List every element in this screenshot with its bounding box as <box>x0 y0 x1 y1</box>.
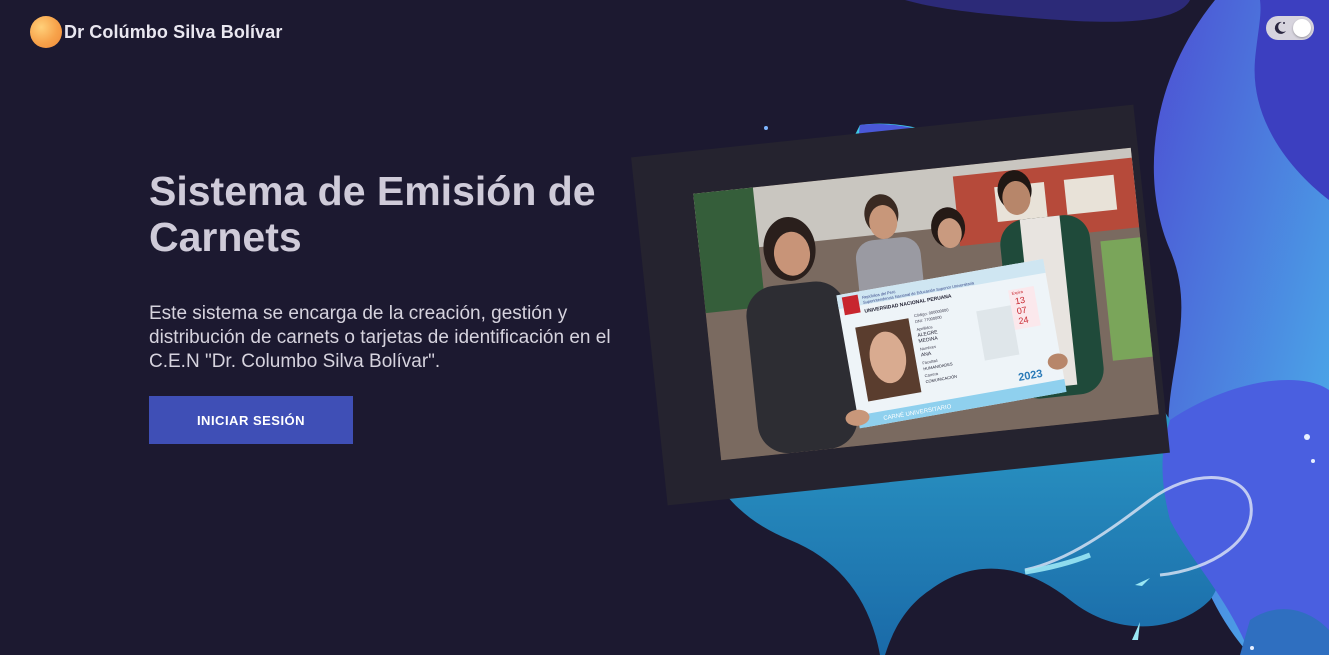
login-button[interactable]: INICIAR SESIÓN <box>149 396 353 444</box>
page-title: Sistema de Emisión de Carnets <box>149 168 596 260</box>
hero-description: Este sistema se encarga de la creación, … <box>149 303 611 372</box>
card-expiry-year: 24 <box>1018 314 1030 326</box>
hero-section: Sistema de Emisión de Carnets Este siste… <box>149 168 649 444</box>
hero-photo: República del Perú Superintendencia Naci… <box>693 147 1159 461</box>
logo-icon[interactable] <box>30 16 62 48</box>
students-holding-id-card-illustration: República del Perú Superintendencia Naci… <box>693 147 1159 461</box>
moon-icon <box>1274 21 1286 34</box>
toggle-knob <box>1293 19 1311 37</box>
site-header: Dr Colúmbo Silva Bolívar <box>30 16 282 48</box>
brand-name[interactable]: Dr Colúmbo Silva Bolívar <box>64 22 282 43</box>
theme-toggle[interactable] <box>1266 16 1314 40</box>
